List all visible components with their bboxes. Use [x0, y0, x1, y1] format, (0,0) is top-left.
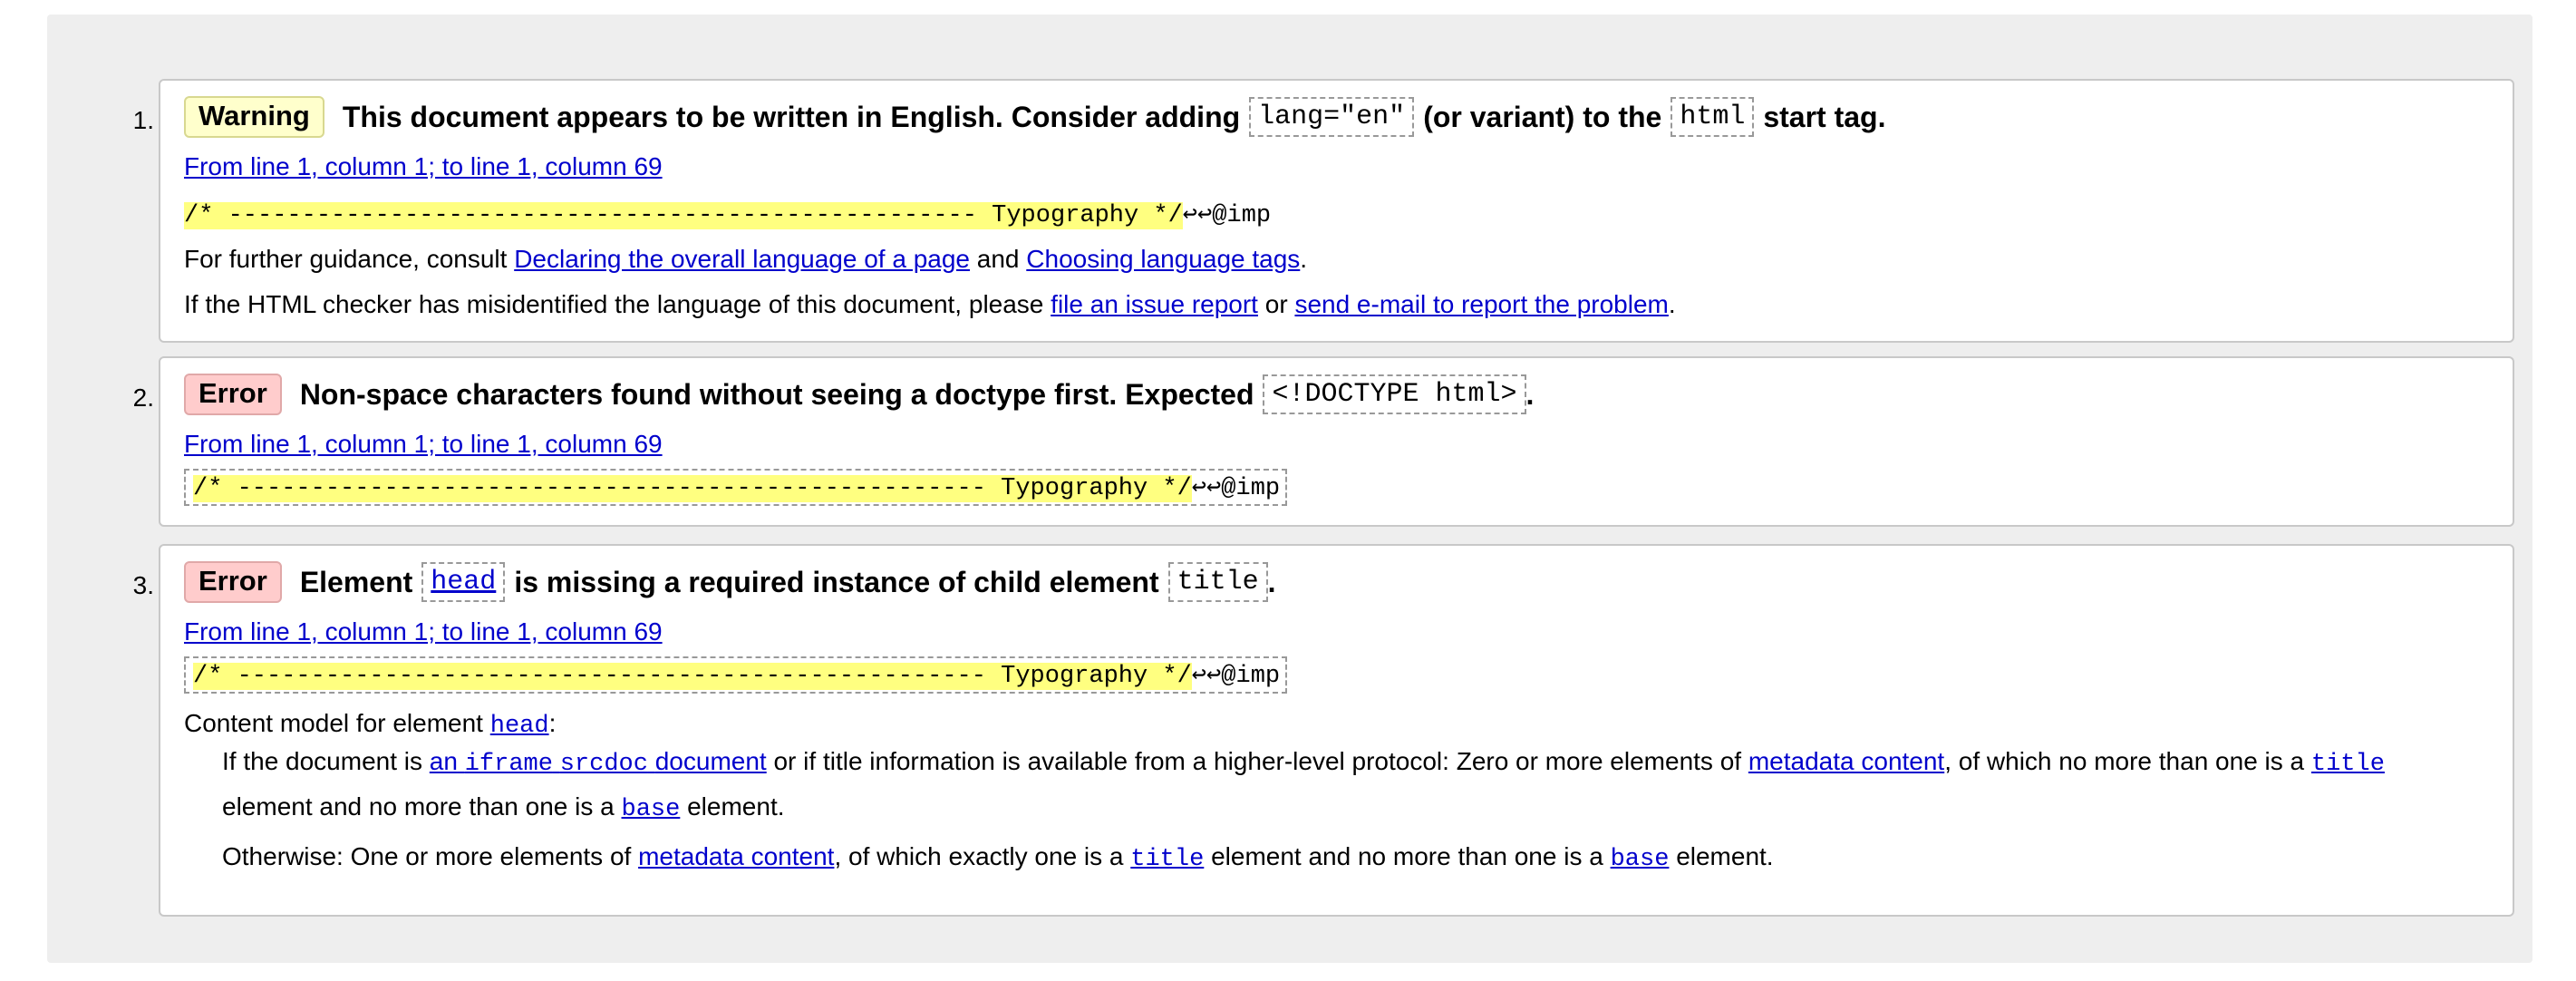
guidance-text: For further guidance, consult	[184, 245, 508, 273]
metadata-content-link[interactable]: metadata content	[638, 842, 834, 870]
condition-text: element and no more than one is a	[222, 792, 615, 821]
message-number: 1.	[132, 106, 154, 134]
content-model-text: :	[548, 709, 557, 737]
declaring-language-link[interactable]: Declaring the overall language of a page	[514, 245, 970, 273]
code-doctype: <!DOCTYPE html>	[1263, 374, 1526, 414]
condition-text: or if title information is available fro…	[773, 747, 1742, 775]
code-title: title	[1167, 562, 1268, 602]
link-text: iframe	[464, 751, 553, 778]
link-text: srcdoc	[559, 751, 648, 778]
iframe-srcdoc-link[interactable]: an iframe srcdoc document	[429, 747, 767, 778]
misidentified-text: If the HTML checker has misidentified th…	[184, 290, 1044, 318]
results-panel: 1. Warning This document appears to be w…	[47, 15, 2532, 963]
link-text: document	[654, 747, 767, 775]
extract-rest: ↩↩@imp	[1191, 663, 1281, 690]
source-extract: /* -------------------------------------…	[184, 656, 1288, 694]
misidentified-text: or	[1264, 290, 1288, 318]
heading-text: is missing a required instance of child …	[514, 565, 1159, 598]
head-element-link[interactable]: head	[490, 713, 549, 740]
location-link[interactable]: From line 1, column 1; to line 1, column…	[184, 617, 663, 646]
title-element-link[interactable]: title	[1130, 846, 1204, 873]
misidentified-text: .	[1668, 290, 1676, 318]
heading-text: start tag.	[1763, 100, 1886, 133]
condition-text: element.	[687, 792, 785, 821]
heading-text: Element	[299, 565, 413, 598]
extract-highlight: /* -------------------------------------…	[193, 475, 1192, 502]
heading-text: .	[1525, 377, 1535, 411]
extract-rest: ↩↩@imp	[1191, 475, 1281, 502]
condition-text: , of which exactly one is a	[834, 842, 1124, 870]
code-html: html	[1671, 97, 1755, 137]
extract-rest: ↩↩@imp	[1182, 202, 1272, 229]
content-model-condition-1-cont: element and no more than one is a base e…	[222, 792, 785, 823]
source-extract: /* -------------------------------------…	[184, 199, 1271, 229]
condition-text: , of which no more than one is a	[1944, 747, 2305, 775]
code-head-link[interactable]: head	[421, 562, 506, 602]
extract-highlight: /* -------------------------------------…	[193, 663, 1192, 690]
condition-text: If the document is	[222, 747, 423, 775]
content-model-text: Content model for element	[184, 709, 483, 737]
condition-text: Otherwise: One or more elements of	[222, 842, 632, 870]
base-element-link[interactable]: base	[1611, 846, 1670, 873]
message-heading: Warning This document appears to be writ…	[184, 96, 1885, 138]
heading-text: This document appears to be written in E…	[342, 100, 1241, 133]
send-email-link[interactable]: send e-mail to report the problem	[1294, 290, 1668, 318]
choosing-language-tags-link[interactable]: Choosing language tags	[1026, 245, 1300, 273]
heading-text: (or variant) to the	[1423, 100, 1662, 133]
file-issue-link[interactable]: file an issue report	[1051, 290, 1258, 318]
message-heading: Error Non-space characters found without…	[184, 374, 1534, 415]
message-error-head-title: 3. Error Element head is missing a requi…	[133, 544, 2514, 917]
message-number: 2.	[132, 384, 154, 412]
condition-text: element.	[1676, 842, 1774, 870]
guidance-text: .	[1300, 245, 1308, 273]
condition-text: element and no more than one is a	[1211, 842, 1603, 870]
heading-text: Non-space characters found without seein…	[299, 377, 1254, 411]
extract-highlight: /* -------------------------------------…	[184, 202, 1183, 229]
error-badge: Error	[184, 374, 282, 415]
guidance-text: and	[976, 245, 1020, 273]
misidentified-line: If the HTML checker has misidentified th…	[184, 290, 1676, 319]
metadata-content-link[interactable]: metadata content	[1748, 747, 1944, 775]
message-error-doctype: 2. Error Non-space characters found with…	[133, 356, 2514, 527]
location-link[interactable]: From line 1, column 1; to line 1, column…	[184, 430, 663, 459]
message-heading: Error Element head is missing a required…	[184, 561, 1276, 603]
code-lang-en: lang="en"	[1249, 97, 1415, 137]
content-model-condition-1: If the document is an iframe srcdoc docu…	[222, 747, 2385, 778]
link-text: an	[429, 747, 458, 775]
warning-badge: Warning	[184, 96, 324, 138]
content-model-heading: Content model for element head:	[184, 709, 556, 740]
title-element-link[interactable]: title	[2311, 751, 2385, 778]
guidance-line: For further guidance, consult Declaring …	[184, 245, 1307, 274]
source-extract: /* -------------------------------------…	[184, 469, 1288, 506]
base-element-link[interactable]: base	[622, 796, 681, 823]
heading-text: .	[1267, 565, 1276, 598]
error-badge: Error	[184, 561, 282, 603]
message-warning-lang: 1. Warning This document appears to be w…	[133, 79, 2514, 343]
location-link[interactable]: From line 1, column 1; to line 1, column…	[184, 152, 663, 181]
content-model-condition-2: Otherwise: One or more elements of metad…	[222, 842, 1774, 873]
message-number: 3.	[132, 571, 154, 599]
